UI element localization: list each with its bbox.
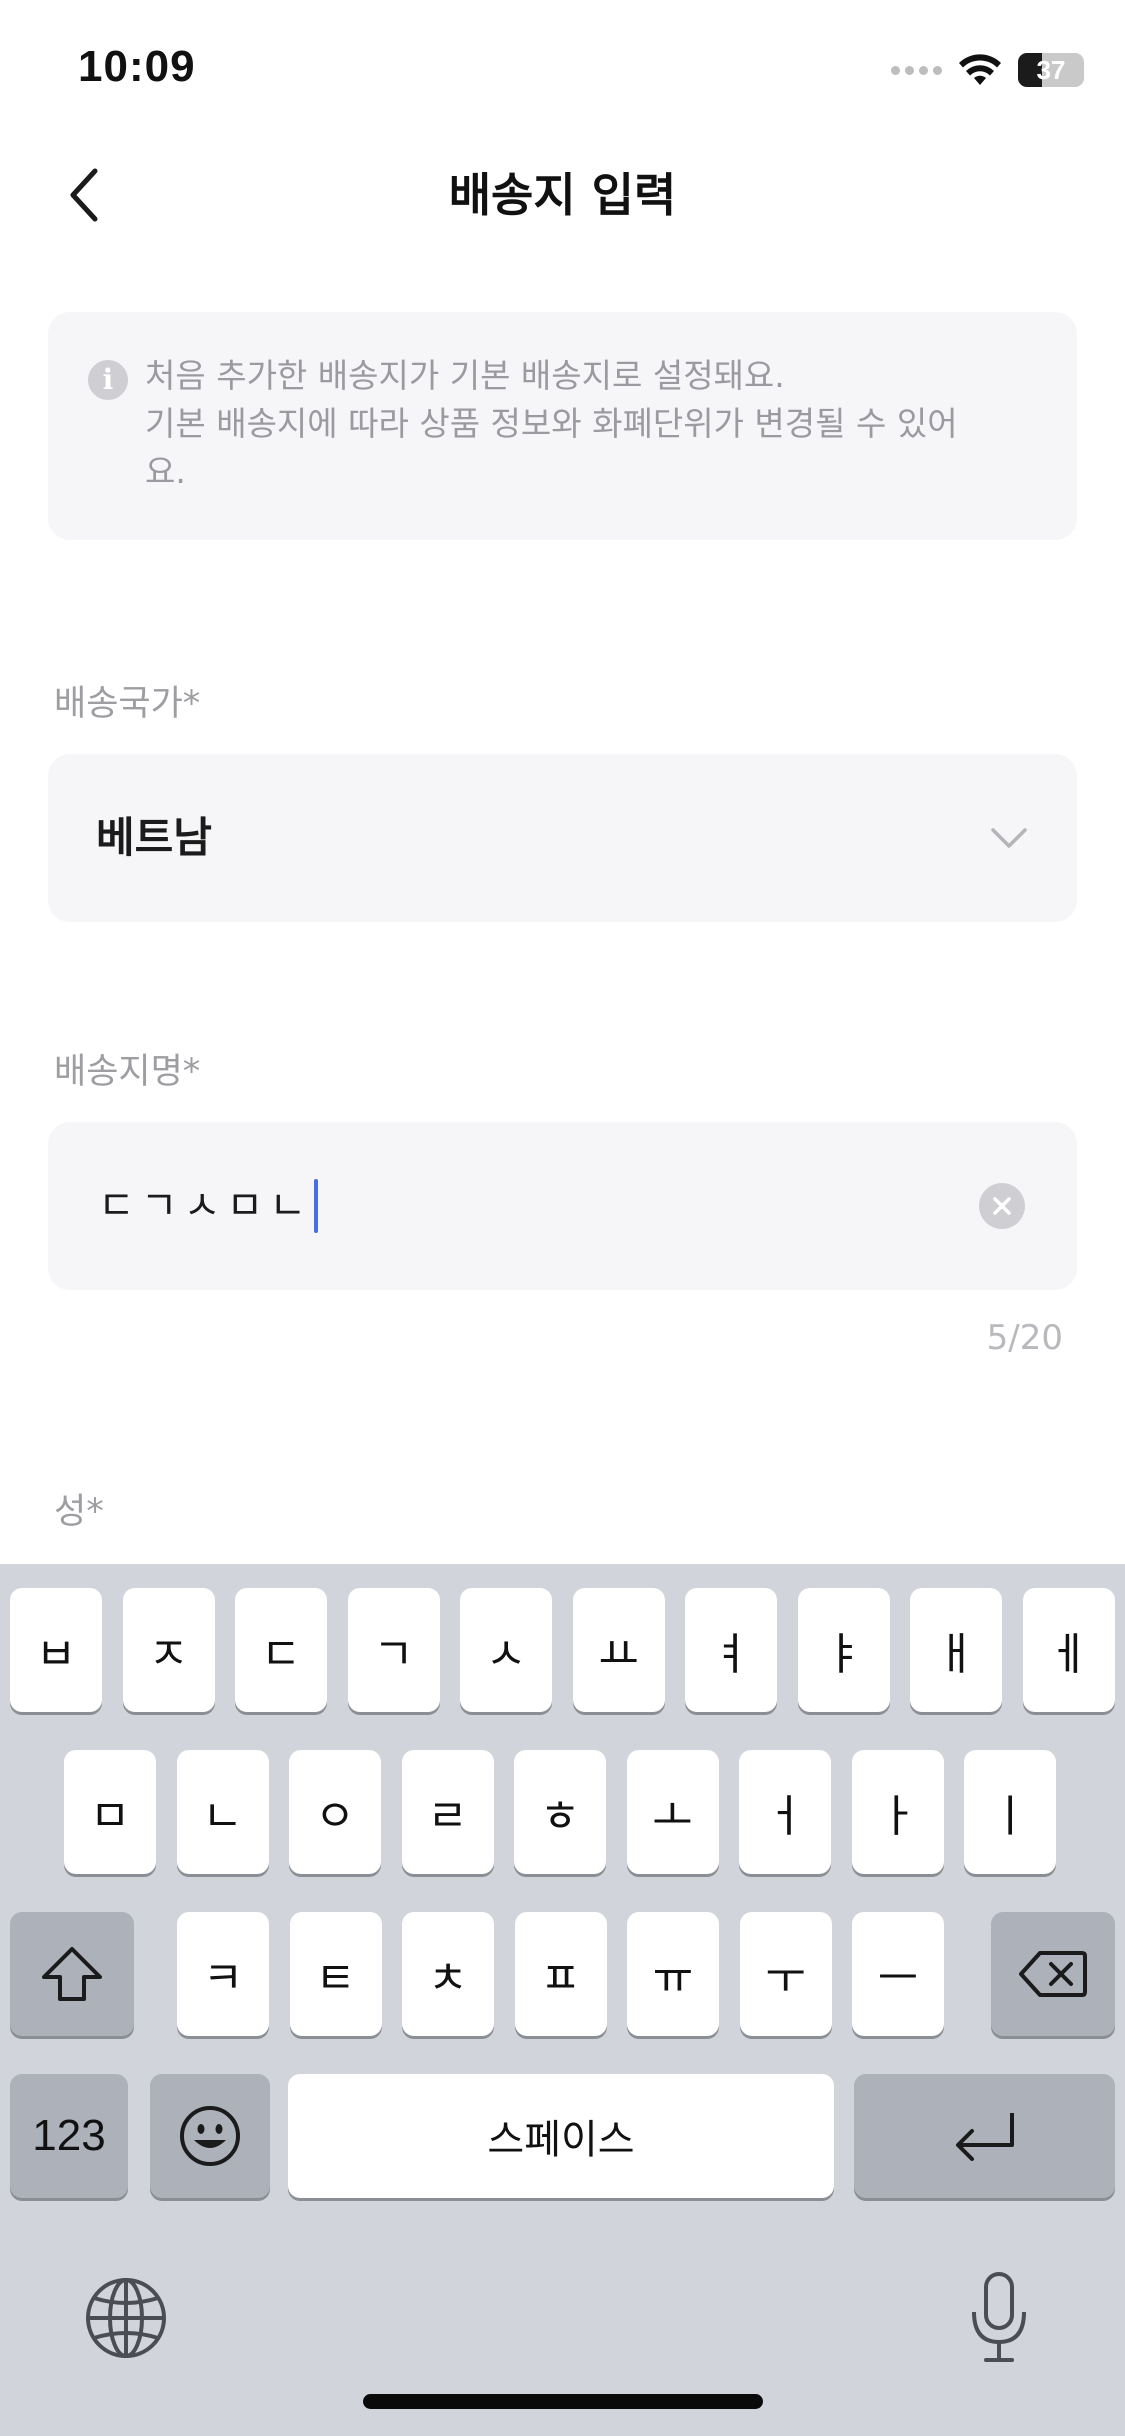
return-icon — [955, 2113, 1014, 2161]
key-row1-6[interactable]: ㅕ — [685, 1588, 777, 1712]
status-time: 10:09 — [78, 42, 196, 91]
wifi-icon — [959, 54, 1001, 85]
chevron-left-icon — [70, 168, 98, 222]
cellular-dots-icon — [891, 65, 942, 75]
space-key[interactable]: 스페이스 — [288, 2074, 834, 2198]
key-row3-6[interactable]: ㅡ — [852, 1912, 944, 2036]
key-row1-1[interactable]: ㅈ — [122, 1588, 215, 1712]
key-row3-2[interactable]: ㅊ — [402, 1912, 494, 2036]
key-row3-0[interactable]: ㅋ — [177, 1912, 269, 2036]
back-button[interactable] — [55, 160, 115, 230]
country-select[interactable]: 베트남 — [48, 754, 1077, 922]
country-label: 배송국가* — [54, 684, 201, 724]
emoji-icon — [180, 2106, 240, 2166]
home-indicator — [363, 2394, 763, 2409]
key-row1-0[interactable]: ㅂ — [10, 1588, 102, 1712]
status-indicators: 37 — [891, 48, 1084, 92]
numbers-key[interactable]: 123 — [10, 2074, 128, 2198]
address-name-input[interactable]: ㄷㄱㅅㅁㄴ — [48, 1122, 1077, 1290]
key-row2-7[interactable]: ㅏ — [851, 1750, 944, 1874]
clear-button[interactable] — [979, 1183, 1025, 1229]
battery-percentage: 37 — [1036, 54, 1066, 85]
surname-label: 성* — [54, 1492, 104, 1532]
key-row1-7[interactable]: ㅑ — [797, 1588, 890, 1712]
status-bar: 10:09 37 — [0, 0, 1125, 140]
shift-key[interactable] — [10, 1912, 134, 2036]
chevron-down-icon — [991, 828, 1027, 848]
key-row1-9[interactable]: ㅔ — [1022, 1588, 1115, 1712]
key-row3-5[interactable]: ㅜ — [739, 1912, 832, 2036]
key-row2-6[interactable]: ㅓ — [739, 1750, 831, 1874]
country-value: 베트남 — [96, 813, 212, 862]
delete-key[interactable] — [991, 1912, 1115, 2036]
key-row2-2[interactable]: ㅇ — [289, 1750, 381, 1874]
microphone-icon[interactable] — [964, 2270, 1034, 2366]
key-row1-3[interactable]: ㄱ — [347, 1588, 440, 1712]
clear-icon — [993, 1197, 1011, 1215]
text-caret — [314, 1179, 318, 1233]
key-row2-4[interactable]: ㅎ — [514, 1750, 606, 1874]
info-notice: i 처음 추가한 배송지가 기본 배송지로 설정돼요. 기본 배송지에 따라 상… — [48, 312, 1077, 540]
info-icon: i — [88, 360, 128, 400]
character-counter: 5/20 — [986, 1318, 1063, 1358]
key-row2-5[interactable]: ㅗ — [626, 1750, 719, 1874]
return-key[interactable] — [854, 2074, 1115, 2198]
key-row3-4[interactable]: ㅠ — [627, 1912, 719, 2036]
shift-icon — [42, 1947, 102, 2001]
emoji-key[interactable] — [150, 2074, 270, 2198]
page-title: 배송지 입력 — [448, 168, 677, 222]
address-name-value-wrap: ㄷㄱㅅㅁㄴ — [98, 1122, 318, 1290]
info-text: 처음 추가한 배송지가 기본 배송지로 설정돼요. 기본 배송지에 따라 상품 … — [145, 356, 958, 491]
delete-icon — [1019, 1951, 1087, 1997]
key-row2-1[interactable]: ㄴ — [176, 1750, 269, 1874]
key-row2-0[interactable]: ㅁ — [64, 1750, 156, 1874]
key-row2-3[interactable]: ㄹ — [401, 1750, 494, 1874]
key-row2-8[interactable]: ㅣ — [964, 1750, 1056, 1874]
globe-icon[interactable] — [84, 2276, 168, 2360]
address-name-label: 배송지명* — [54, 1052, 201, 1092]
key-row1-4[interactable]: ㅅ — [460, 1588, 552, 1712]
address-name-value: ㄷㄱㅅㅁㄴ — [98, 1183, 312, 1229]
key-row1-5[interactable]: ㅛ — [572, 1588, 665, 1712]
key-row3-1[interactable]: ㅌ — [289, 1912, 382, 2036]
key-row3-3[interactable]: ㅍ — [514, 1912, 607, 2036]
battery-indicator: 37 — [1018, 53, 1084, 87]
key-row1-8[interactable]: ㅐ — [910, 1588, 1002, 1712]
key-row1-2[interactable]: ㄷ — [235, 1588, 327, 1712]
